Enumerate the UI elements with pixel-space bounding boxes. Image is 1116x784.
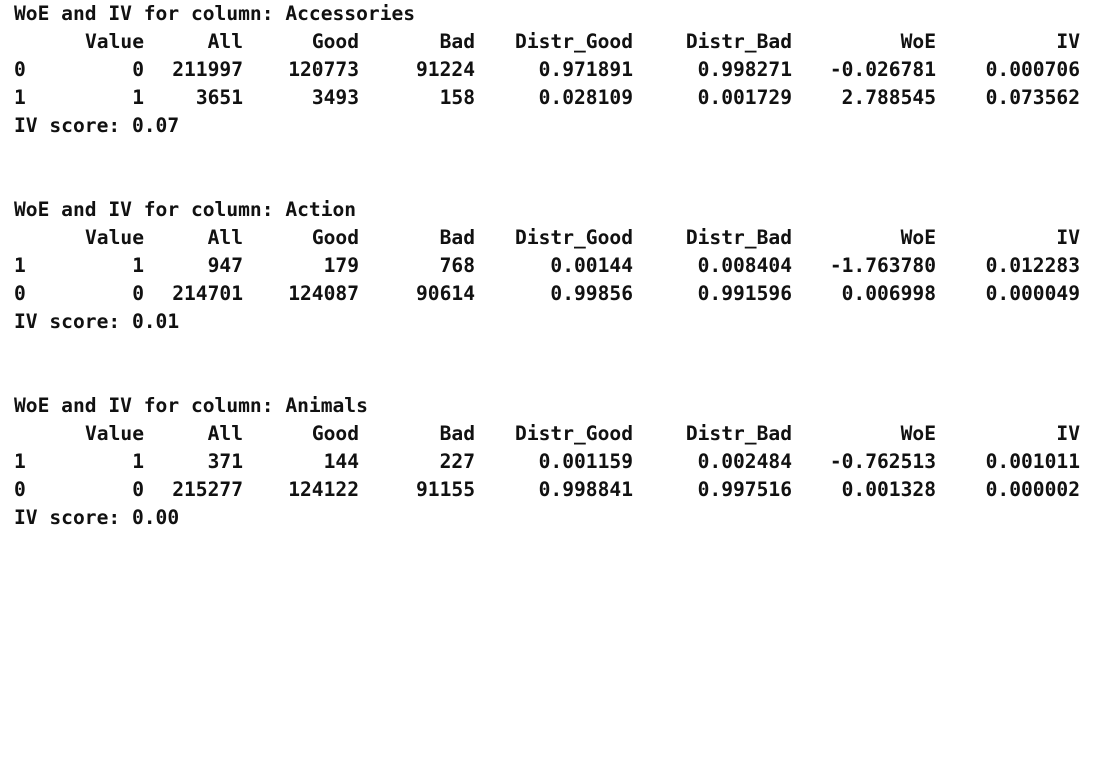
cell-all: 947: [207, 254, 243, 277]
header-iv: IV: [1056, 30, 1080, 53]
header-distr-bad: Distr_Bad: [685, 422, 792, 445]
cell-iv: 0.000706: [985, 58, 1080, 81]
cell-value: 1: [132, 254, 144, 277]
row-index: 1: [14, 254, 26, 277]
row-index: 1: [14, 86, 26, 109]
row-index: 0: [14, 282, 26, 305]
cell-distr-good: 0.998841: [538, 478, 633, 501]
header-woe: WoE: [900, 422, 936, 445]
table-title: WoE and IV for column: Animals: [14, 394, 368, 417]
iv-score: IV score: 0.00: [14, 506, 180, 529]
cell-iv: 0.012283: [985, 254, 1080, 277]
cell-distr-good: 0.00144: [550, 254, 633, 277]
cell-bad: 768: [439, 254, 475, 277]
table-row: 1 1 371 144 227 0.001159 0.002484 -0.762…: [14, 448, 1104, 476]
cell-good: 120773: [288, 58, 359, 81]
cell-good: 124122: [288, 478, 359, 501]
header-woe: WoE: [900, 226, 936, 249]
header-woe: WoE: [900, 30, 936, 53]
header-bad: Bad: [439, 422, 475, 445]
cell-good: 124087: [288, 282, 359, 305]
header-iv: IV: [1056, 226, 1080, 249]
cell-iv: 0.000049: [985, 282, 1080, 305]
cell-bad: 158: [439, 86, 475, 109]
table-row: 0 0 211997 120773 91224 0.971891 0.99827…: [14, 56, 1104, 84]
cell-distr-good: 0.971891: [538, 58, 633, 81]
cell-bad: 91224: [416, 58, 475, 81]
header-iv: IV: [1056, 422, 1080, 445]
cell-distr-good: 0.028109: [538, 86, 633, 109]
cell-iv: 0.001011: [985, 450, 1080, 473]
row-index: 0: [14, 58, 26, 81]
iv-score: IV score: 0.07: [14, 114, 180, 137]
header-value: Value: [85, 422, 144, 445]
table-row: 1 1 947 179 768 0.00144 0.008404 -1.7637…: [14, 252, 1104, 280]
cell-woe: -0.026781: [829, 58, 936, 81]
header-good: Good: [311, 30, 359, 53]
row-index: 1: [14, 450, 26, 473]
cell-good: 179: [323, 254, 359, 277]
cell-bad: 91155: [416, 478, 475, 501]
cell-value: 1: [132, 86, 144, 109]
header-good: Good: [311, 422, 359, 445]
cell-all: 211997: [172, 58, 243, 81]
cell-value: 0: [132, 282, 144, 305]
header-value: Value: [85, 226, 144, 249]
cell-all: 215277: [172, 478, 243, 501]
cell-iv: 0.073562: [985, 86, 1080, 109]
console-output: WoE and IV for column: Accessories Value…: [14, 0, 1104, 532]
cell-all: 3651: [195, 86, 243, 109]
cell-distr-bad: 0.008404: [697, 254, 792, 277]
woe-table-accessories: WoE and IV for column: Accessories Value…: [14, 0, 1104, 140]
header-good: Good: [311, 226, 359, 249]
cell-good: 144: [323, 450, 359, 473]
cell-all: 371: [207, 450, 243, 473]
cell-good: 3493: [311, 86, 359, 109]
cell-iv: 0.000002: [985, 478, 1080, 501]
header-bad: Bad: [439, 226, 475, 249]
cell-distr-bad: 0.002484: [697, 450, 792, 473]
table-title: WoE and IV for column: Action: [14, 198, 357, 221]
cell-distr-bad: 0.001729: [697, 86, 792, 109]
cell-woe: 2.788545: [841, 86, 936, 109]
header-all: All: [207, 422, 243, 445]
cell-value: 0: [132, 478, 144, 501]
cell-bad: 90614: [416, 282, 475, 305]
iv-score: IV score: 0.01: [14, 310, 180, 333]
cell-woe: 0.006998: [841, 282, 936, 305]
woe-table-action: WoE and IV for column: Action Value All …: [14, 196, 1104, 336]
header-all: All: [207, 30, 243, 53]
cell-distr-bad: 0.998271: [697, 58, 792, 81]
cell-woe: -0.762513: [829, 450, 936, 473]
header-distr-good: Distr_Good: [515, 422, 633, 445]
table-row: 1 1 3651 3493 158 0.028109 0.001729 2.78…: [14, 84, 1104, 112]
table-header-row: Value All Good Bad Distr_Good Distr_Bad …: [14, 28, 1104, 56]
row-index: 0: [14, 478, 26, 501]
woe-table-animals: WoE and IV for column: Animals Value All…: [14, 392, 1104, 532]
table-header-row: Value All Good Bad Distr_Good Distr_Bad …: [14, 224, 1104, 252]
cell-woe: 0.001328: [841, 478, 936, 501]
cell-all: 214701: [172, 282, 243, 305]
header-all: All: [207, 226, 243, 249]
cell-value: 0: [132, 58, 144, 81]
cell-distr-bad: 0.991596: [697, 282, 792, 305]
header-distr-bad: Distr_Bad: [685, 226, 792, 249]
table-title: WoE and IV for column: Accessories: [14, 2, 416, 25]
header-bad: Bad: [439, 30, 475, 53]
header-distr-good: Distr_Good: [515, 30, 633, 53]
table-row: 0 0 214701 124087 90614 0.99856 0.991596…: [14, 280, 1104, 308]
cell-value: 1: [132, 450, 144, 473]
cell-woe: -1.763780: [829, 254, 936, 277]
cell-distr-good: 0.001159: [538, 450, 633, 473]
header-value: Value: [85, 30, 144, 53]
cell-distr-bad: 0.997516: [697, 478, 792, 501]
table-row: 0 0 215277 124122 91155 0.998841 0.99751…: [14, 476, 1104, 504]
table-header-row: Value All Good Bad Distr_Good Distr_Bad …: [14, 420, 1104, 448]
cell-distr-good: 0.99856: [550, 282, 633, 305]
header-distr-bad: Distr_Bad: [685, 30, 792, 53]
header-distr-good: Distr_Good: [515, 226, 633, 249]
cell-bad: 227: [439, 450, 475, 473]
